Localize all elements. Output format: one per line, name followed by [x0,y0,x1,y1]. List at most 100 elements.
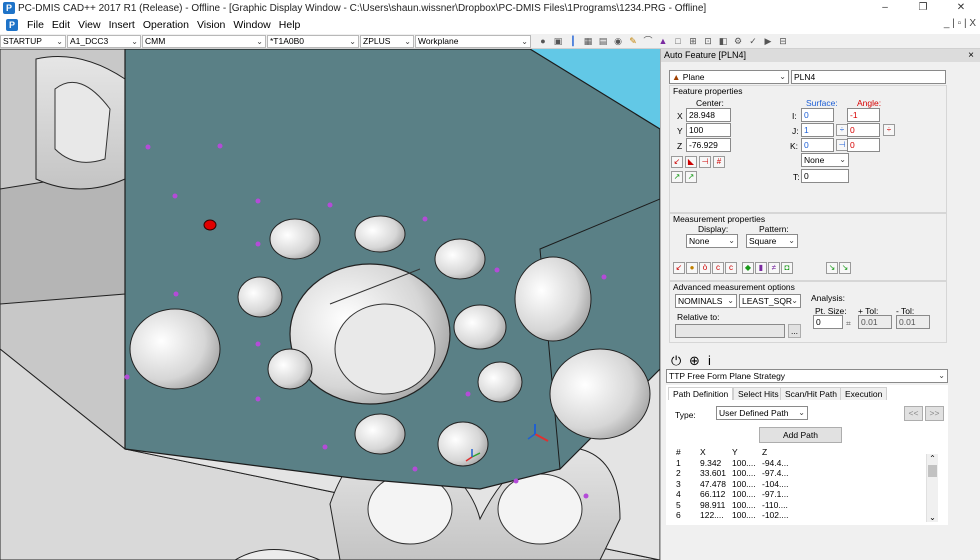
menu-file[interactable]: File [23,19,48,31]
display-icon[interactable]: ▣ [551,35,565,47]
edge-icon[interactable]: ⊣ [699,156,711,168]
find-nominals-icon[interactable]: ↗ [671,171,683,183]
plus-tol-input[interactable]: 0.01 [858,315,892,329]
report-icon[interactable]: ⊟ [776,35,790,47]
add-path-button[interactable]: Add Path [759,427,842,443]
surface-k-input[interactable]: 0 [801,138,834,152]
startup-combo[interactable]: STARTUP ⌄ [0,34,66,48]
grid-icon[interactable]: ▦ [581,35,595,47]
paint-icon[interactable]: ✎ [626,35,640,47]
clearance-icon[interactable]: c [725,262,737,274]
menu-insert[interactable]: Insert [105,19,139,31]
next-path-button[interactable]: >> [925,406,944,421]
angle-i-input[interactable]: -1 [847,108,880,122]
nominals-dropdown[interactable]: NOMINALS ⌄ [675,294,737,308]
render-icon[interactable]: ● [536,35,550,47]
menu-operation[interactable]: Operation [139,19,193,31]
surface-i-input[interactable]: 0 [801,108,834,122]
measure-now-icon[interactable]: ▮ [755,262,767,274]
probe-combo[interactable]: A1_DCC3 ⌄ [67,34,141,48]
tab-select-hits[interactable]: Select Hits [733,387,784,400]
tip-combo[interactable]: *T1A0B0 ⌄ [267,34,359,48]
settings-icon[interactable]: ⚙ [731,35,745,47]
pt-size-input[interactable]: 0 [813,315,843,329]
relative-to-browse-button[interactable]: ... [788,324,801,338]
feature-type-dropdown[interactable]: ▲ Plane ⌄ [669,70,789,84]
axes-icon[interactable]: ⊞ [686,35,700,47]
sample-hits-icon[interactable]: ò [699,262,711,274]
table-row[interactable]: 4 66.112 100.... -97.1... [676,489,802,500]
workplane-combo[interactable]: ZPLUS ⌄ [360,34,414,48]
minimize-button[interactable]: – [866,0,904,16]
graphic-display-window[interactable] [0,49,660,560]
comment-icon[interactable]: ▤ [596,35,610,47]
relative-to-input[interactable] [675,324,785,338]
table-row[interactable]: 5 98.911 100.... -110.... [676,500,802,511]
mode-combo[interactable]: CMM ⌄ [142,34,266,48]
surface-j-input[interactable]: 1 [801,123,834,137]
center-y-input[interactable]: 100 [686,123,731,137]
pattern-dropdown[interactable]: Square ⌄ [746,234,798,248]
menu-vision[interactable]: Vision [193,19,229,31]
feature-name-input[interactable]: PLN4 [791,70,946,84]
best-fit-dropdown[interactable]: LEAST_SQR ⌄ [739,294,801,308]
sample-icon[interactable]: ● [686,262,698,274]
construct-icon[interactable]: ◧ [716,35,730,47]
check-icon[interactable]: ✓ [746,35,760,47]
probe-icon[interactable]: ┃ [566,35,580,47]
menu-edit[interactable]: Edit [48,19,74,31]
scroll-up-icon[interactable]: ⌃ [927,454,938,463]
angle-j-input[interactable]: 0 [847,123,880,137]
minus-tol-input[interactable]: 0.01 [896,315,930,329]
find-hole-icon[interactable]: ◘ [781,262,793,274]
tip-info-icon[interactable]: i [708,353,711,368]
vector-icon[interactable]: ◣ [685,156,697,168]
mdi-controls[interactable]: _ | ▫ | X [944,18,976,29]
box-icon[interactable]: □ [671,35,685,47]
scroll-down-icon[interactable]: ⌄ [927,513,938,522]
document-icon[interactable]: P [6,19,18,31]
table-row[interactable]: 3 47.478 100.... -104.... [676,479,802,490]
auto-move-icon[interactable]: c [712,262,724,274]
probe-orient-icon[interactable]: ◆ [742,262,754,274]
hits-icon[interactable]: ↙ [673,262,685,274]
table-row[interactable]: 2 33.601 100.... -97.4... [676,468,802,479]
table-row[interactable]: 6 122.... 100.... -102.... [676,510,802,521]
analysis-toggle-icon[interactable]: ⌗ [846,318,851,329]
close-button[interactable]: ✕ [942,0,980,16]
maximize-button[interactable]: ❐ [904,0,942,16]
path-type-dropdown[interactable]: User Defined Path ⌄ [716,406,808,420]
angle-flip-icon[interactable]: ÷ [883,124,895,136]
scan-icon[interactable]: ⌒ [641,35,655,47]
menu-help[interactable]: Help [275,19,305,31]
show-hits-icon[interactable]: ↘ [826,262,838,274]
tab-scan-hit-path[interactable]: Scan/Hit Path [780,387,842,400]
menu-window[interactable]: Window [229,19,274,31]
thickness-input[interactable]: 0 [801,169,849,183]
table-row[interactable]: 1 9.342 100.... -94.4... [676,458,802,469]
measure-icon[interactable]: ▲ [656,35,670,47]
camera-icon[interactable]: ◉ [611,35,625,47]
view-combo[interactable]: Workplane ⌄ [415,34,531,48]
remeasure-icon[interactable]: ≠ [768,262,780,274]
tab-path-definition[interactable]: Path Definition [668,387,734,400]
panel-close-button[interactable]: × [968,49,974,62]
menu-view[interactable]: View [74,19,105,31]
angle-k-input[interactable]: 0 [847,138,880,152]
probe-toolbox-icon[interactable]: ⊕ [689,353,700,369]
points-scrollbar[interactable]: ⌃ ⌄ [926,454,938,522]
strategy-icon[interactable]: ⏻ [671,353,681,369]
center-x-input[interactable]: 28.948 [686,108,731,122]
grid-select-icon[interactable]: # [713,156,725,168]
cad-model-view[interactable] [0,49,660,560]
show-path-icon[interactable]: ↘ [839,262,851,274]
play-icon[interactable]: ▶ [761,35,775,47]
scroll-thumb[interactable] [928,465,937,477]
tab-execution[interactable]: Execution [840,387,888,400]
display-dropdown[interactable]: None ⌄ [686,234,738,248]
read-pos-icon[interactable]: ↗ [685,171,697,183]
center-z-input[interactable]: -76.929 [686,138,731,152]
orientation-dropdown[interactable]: None ⌄ [801,153,849,167]
point-mode-icon[interactable]: ↙ [671,156,683,168]
align-icon[interactable]: ⊡ [701,35,715,47]
